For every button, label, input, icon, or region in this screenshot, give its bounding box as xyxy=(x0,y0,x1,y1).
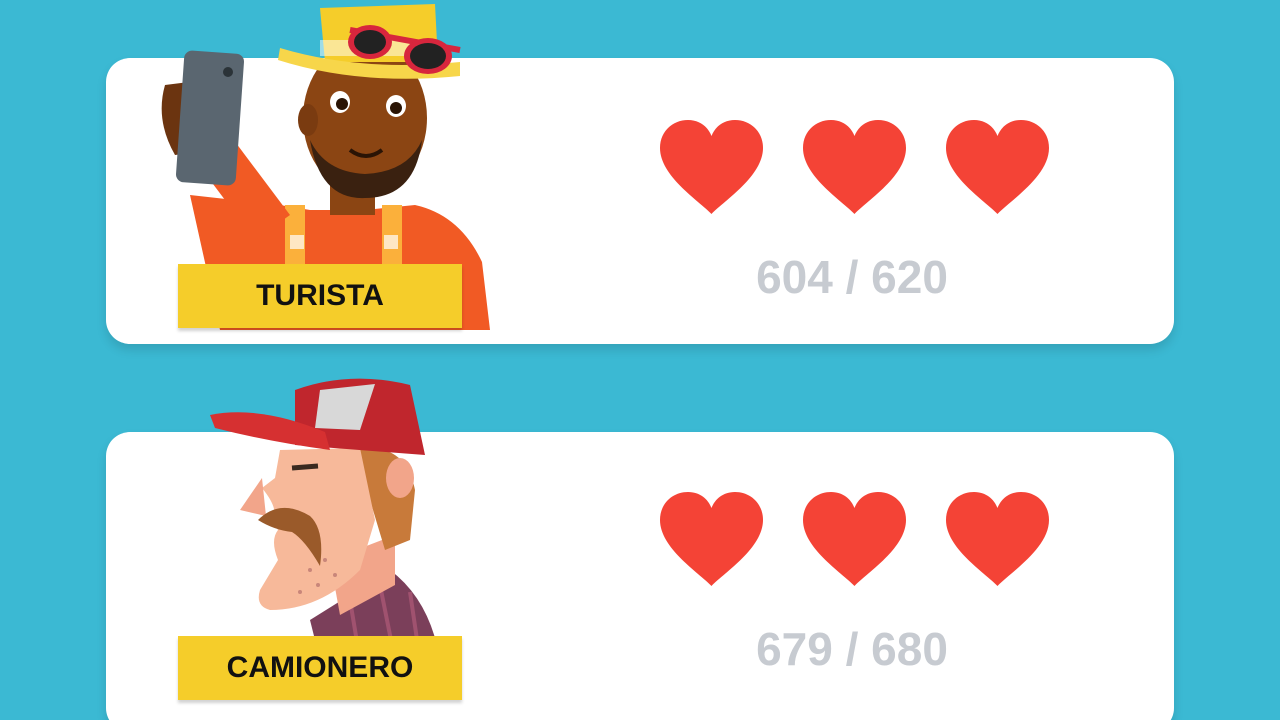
hearts-row xyxy=(658,490,1051,588)
heart-icon xyxy=(803,120,906,214)
heart-icon xyxy=(803,492,906,586)
character-score: 604 / 620 xyxy=(756,251,948,303)
character-name-plate: CAMIONERO xyxy=(178,636,462,700)
character-score: 679 / 680 xyxy=(756,623,948,675)
hearts-row xyxy=(658,118,1051,216)
trucker-avatar-icon xyxy=(210,378,440,661)
heart-icon xyxy=(660,120,763,214)
heart-icon xyxy=(946,492,1049,586)
heart-icon xyxy=(660,492,763,586)
heart-icon xyxy=(946,120,1049,214)
character-select-screen: TURISTA 604 / 620 CAMIONERO 679 / 680 xyxy=(0,0,1280,720)
character-name-plate: TURISTA xyxy=(178,264,462,328)
